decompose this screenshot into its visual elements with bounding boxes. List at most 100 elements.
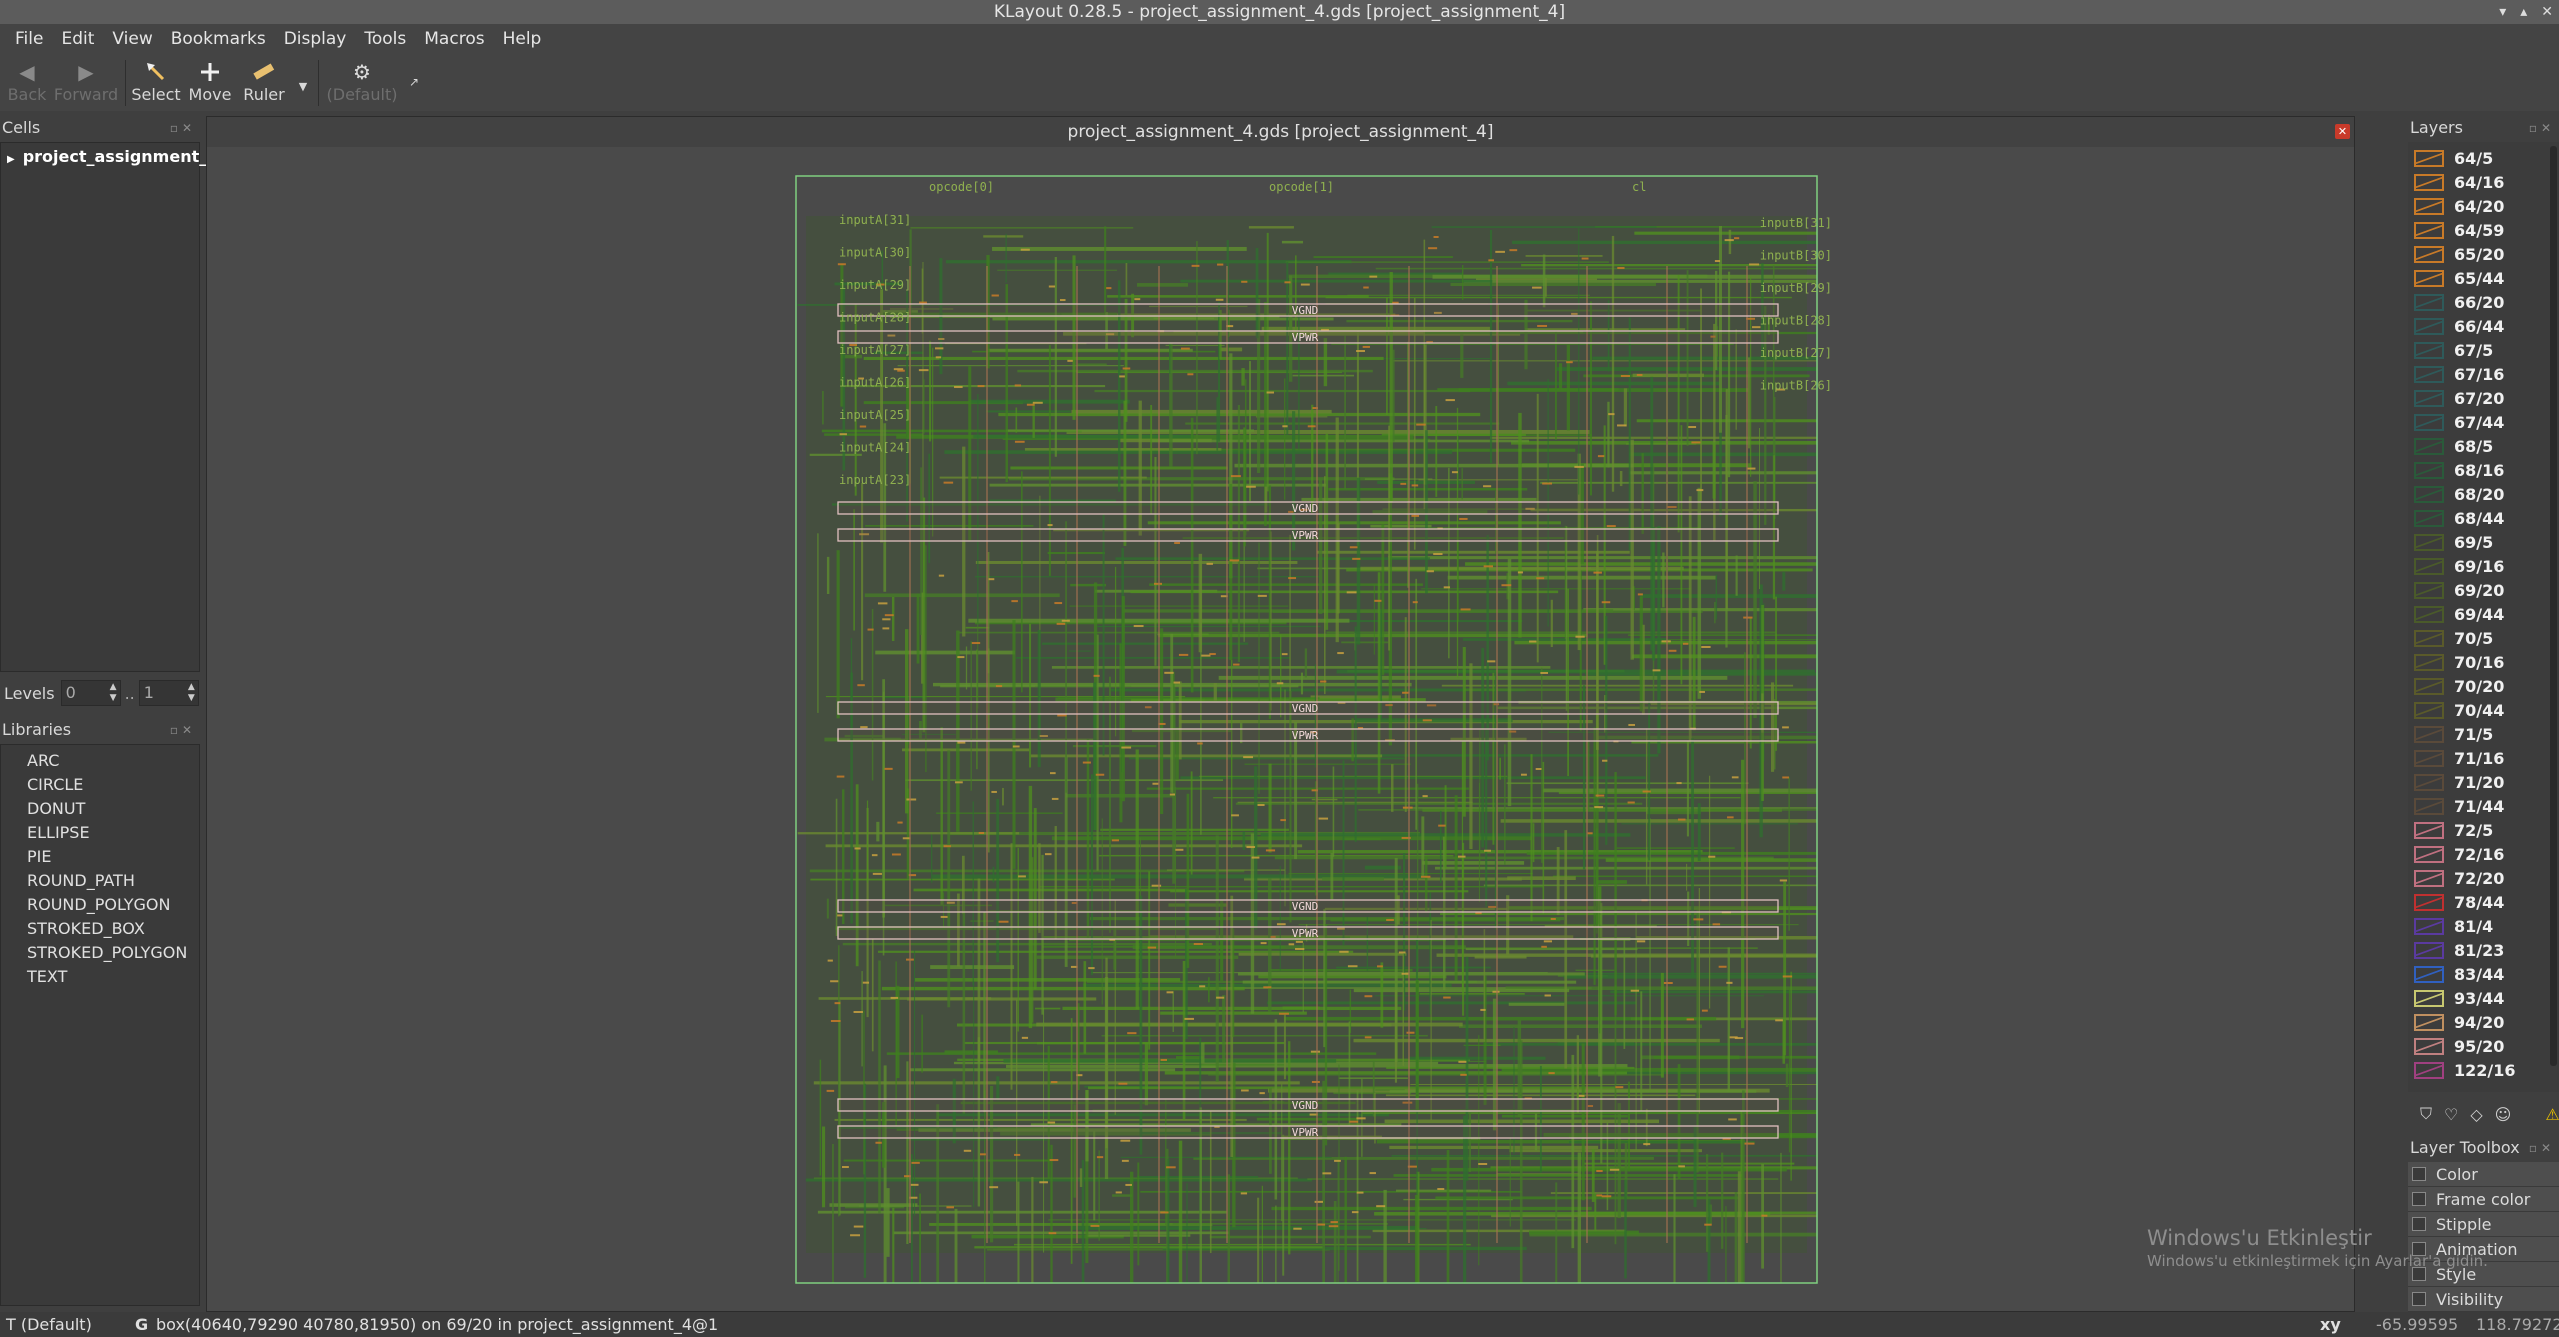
library-item[interactable]: TEXT [1,965,199,989]
layer-row[interactable]: 64/16 [2414,170,2504,194]
layer-row[interactable]: 93/44 [2414,986,2504,1010]
spin-arrows-icon[interactable]: ▲ ▼ [188,682,195,704]
select-button[interactable]: Select [129,55,183,111]
layer-row[interactable]: 83/44 [2414,962,2504,986]
layer-row[interactable]: 94/20 [2414,1010,2504,1034]
layout-shape [1725,1206,1727,1283]
library-item[interactable]: ELLIPSE [1,821,199,845]
move-button[interactable]: Move [183,55,237,111]
library-item[interactable]: STROKED_POLYGON [1,941,199,965]
ruler-dropdown[interactable]: ▼ [291,55,315,111]
layer-row[interactable]: 67/5 [2414,338,2493,362]
libraries-list[interactable]: ARC CIRCLE DONUT ELLIPSE PIE ROUND_PATH … [0,744,200,1306]
layer-row[interactable]: 68/44 [2414,506,2504,530]
layer-row[interactable]: 70/20 [2414,674,2504,698]
layout-tab[interactable]: project_assignment_4.gds [project_assign… [207,117,2354,147]
layer-tool-icon[interactable]: ◇ [2470,1105,2482,1124]
layout-canvas[interactable]: VGND VPWR VGND VPWR VGND VPWR VGND VPWR VGND VPWR… [207,147,2354,1311]
library-item[interactable]: PIE [1,845,199,869]
layer-row[interactable]: 65/20 [2414,242,2504,266]
layer-row[interactable]: 72/20 [2414,866,2504,890]
menu-tools[interactable]: Tools [355,24,415,55]
levels-to-spinbox[interactable]: 1 ▲ ▼ [138,680,199,706]
layer-row[interactable]: 67/20 [2414,386,2504,410]
layer-row[interactable]: 67/44 [2414,410,2504,434]
back-button[interactable]: ◀ Back [4,55,50,111]
panel-float-close-icons[interactable]: ▫✕ [2529,1136,2555,1160]
close-window-icon[interactable]: ✕ [2541,0,2553,24]
menu-help[interactable]: Help [494,24,551,55]
toolbox-color[interactable]: Color [2408,1162,2559,1187]
maximize-icon[interactable]: ▴ [2520,0,2527,24]
layer-row[interactable]: 65/44 [2414,266,2504,290]
layer-tool-icon[interactable]: ⛉ [2420,1104,2432,1124]
cell-item-project-assignment-4[interactable]: ▶ project_assignment_4 [7,147,218,166]
layer-row[interactable]: 69/20 [2414,578,2504,602]
menu-macros[interactable]: Macros [415,24,493,55]
layer-row[interactable]: 69/16 [2414,554,2504,578]
layer-row[interactable]: 66/44 [2414,314,2504,338]
layer-row[interactable]: 72/16 [2414,842,2504,866]
menu-file[interactable]: File [6,24,52,55]
layer-row[interactable]: 122/16 [2414,1058,2516,1082]
library-item[interactable]: DONUT [1,797,199,821]
spin-arrows-icon[interactable]: ▲ ▼ [110,682,117,704]
checkbox[interactable] [2412,1167,2426,1181]
layer-row[interactable]: 68/5 [2414,434,2493,458]
menu-bookmarks[interactable]: Bookmarks [162,24,275,55]
layer-row[interactable]: 70/5 [2414,626,2493,650]
layer-row[interactable]: 64/5 [2414,146,2493,170]
menu-edit[interactable]: Edit [52,24,103,55]
checkbox[interactable] [2412,1292,2426,1306]
layer-row[interactable]: 81/4 [2414,914,2493,938]
levels-from-spinbox[interactable]: 0 ▲ ▼ [60,680,121,706]
menu-view[interactable]: View [103,24,161,55]
layers-list[interactable]: 64/5 64/16 64/20 64/59 65/20 65/44 66/20 66/44 6… [2408,142,2559,1092]
library-item[interactable]: ARC [1,749,199,773]
layer-tool-icon[interactable]: ☺ [2495,1105,2512,1124]
layer-swatch [2414,653,2444,671]
layer-row[interactable]: 68/16 [2414,458,2504,482]
layers-scrollbar[interactable] [2550,146,2557,1066]
layout-view[interactable]: project_assignment_4.gds [project_assign… [206,116,2355,1312]
library-item[interactable]: CIRCLE [1,773,199,797]
layer-row[interactable]: 71/16 [2414,746,2504,770]
close-tab-icon[interactable]: ✕ [2335,124,2350,139]
menu-display[interactable]: Display [275,24,356,55]
layer-row[interactable]: 67/16 [2414,362,2504,386]
toolbox-frame-color[interactable]: Frame color [2408,1187,2559,1212]
layer-tool-icon[interactable]: ♡ [2444,1105,2458,1124]
toolbar-extension[interactable]: ↗ [402,55,426,111]
forward-button[interactable]: ▶ Forward [50,55,122,111]
layer-row[interactable]: 95/20 [2414,1034,2504,1058]
checkbox[interactable] [2412,1192,2426,1206]
layer-row[interactable]: 78/44 [2414,890,2504,914]
layer-row[interactable]: 68/20 [2414,482,2504,506]
layer-row[interactable]: 81/23 [2414,938,2504,962]
expand-arrow-icon[interactable]: ▶ [7,154,15,165]
layer-row[interactable]: 71/20 [2414,770,2504,794]
layer-row[interactable]: 66/20 [2414,290,2504,314]
cells-tree[interactable]: ▶ project_assignment_4 [0,142,218,672]
layout-shape [1431,226,1657,228]
warning-icon[interactable]: ⚠ [2545,1105,2559,1124]
layer-row[interactable]: 64/59 [2414,218,2504,242]
panel-float-close-icons[interactable]: ▫✕ [170,718,196,742]
ruler-button[interactable]: Ruler [237,55,291,111]
library-item[interactable]: STROKED_BOX [1,917,199,941]
layer-row[interactable]: 69/5 [2414,530,2493,554]
library-item[interactable]: ROUND_PATH [1,869,199,893]
minimize-icon[interactable]: ▾ [2499,0,2506,24]
layer-row[interactable]: 70/44 [2414,698,2504,722]
layer-row[interactable]: 71/44 [2414,794,2504,818]
default-mode-button[interactable]: ⚙ (Default) [322,55,402,111]
panel-float-close-icons[interactable]: ▫✕ [2529,116,2555,140]
panel-float-close-icons[interactable]: ▫✕ [170,116,196,140]
layer-row[interactable]: 69/44 [2414,602,2504,626]
layer-row[interactable]: 71/5 [2414,722,2493,746]
layer-row[interactable]: 72/5 [2414,818,2493,842]
toolbox-visibility[interactable]: Visibility [2408,1287,2559,1312]
layer-row[interactable]: 64/20 [2414,194,2504,218]
layer-row[interactable]: 70/16 [2414,650,2504,674]
library-item[interactable]: ROUND_POLYGON [1,893,199,917]
